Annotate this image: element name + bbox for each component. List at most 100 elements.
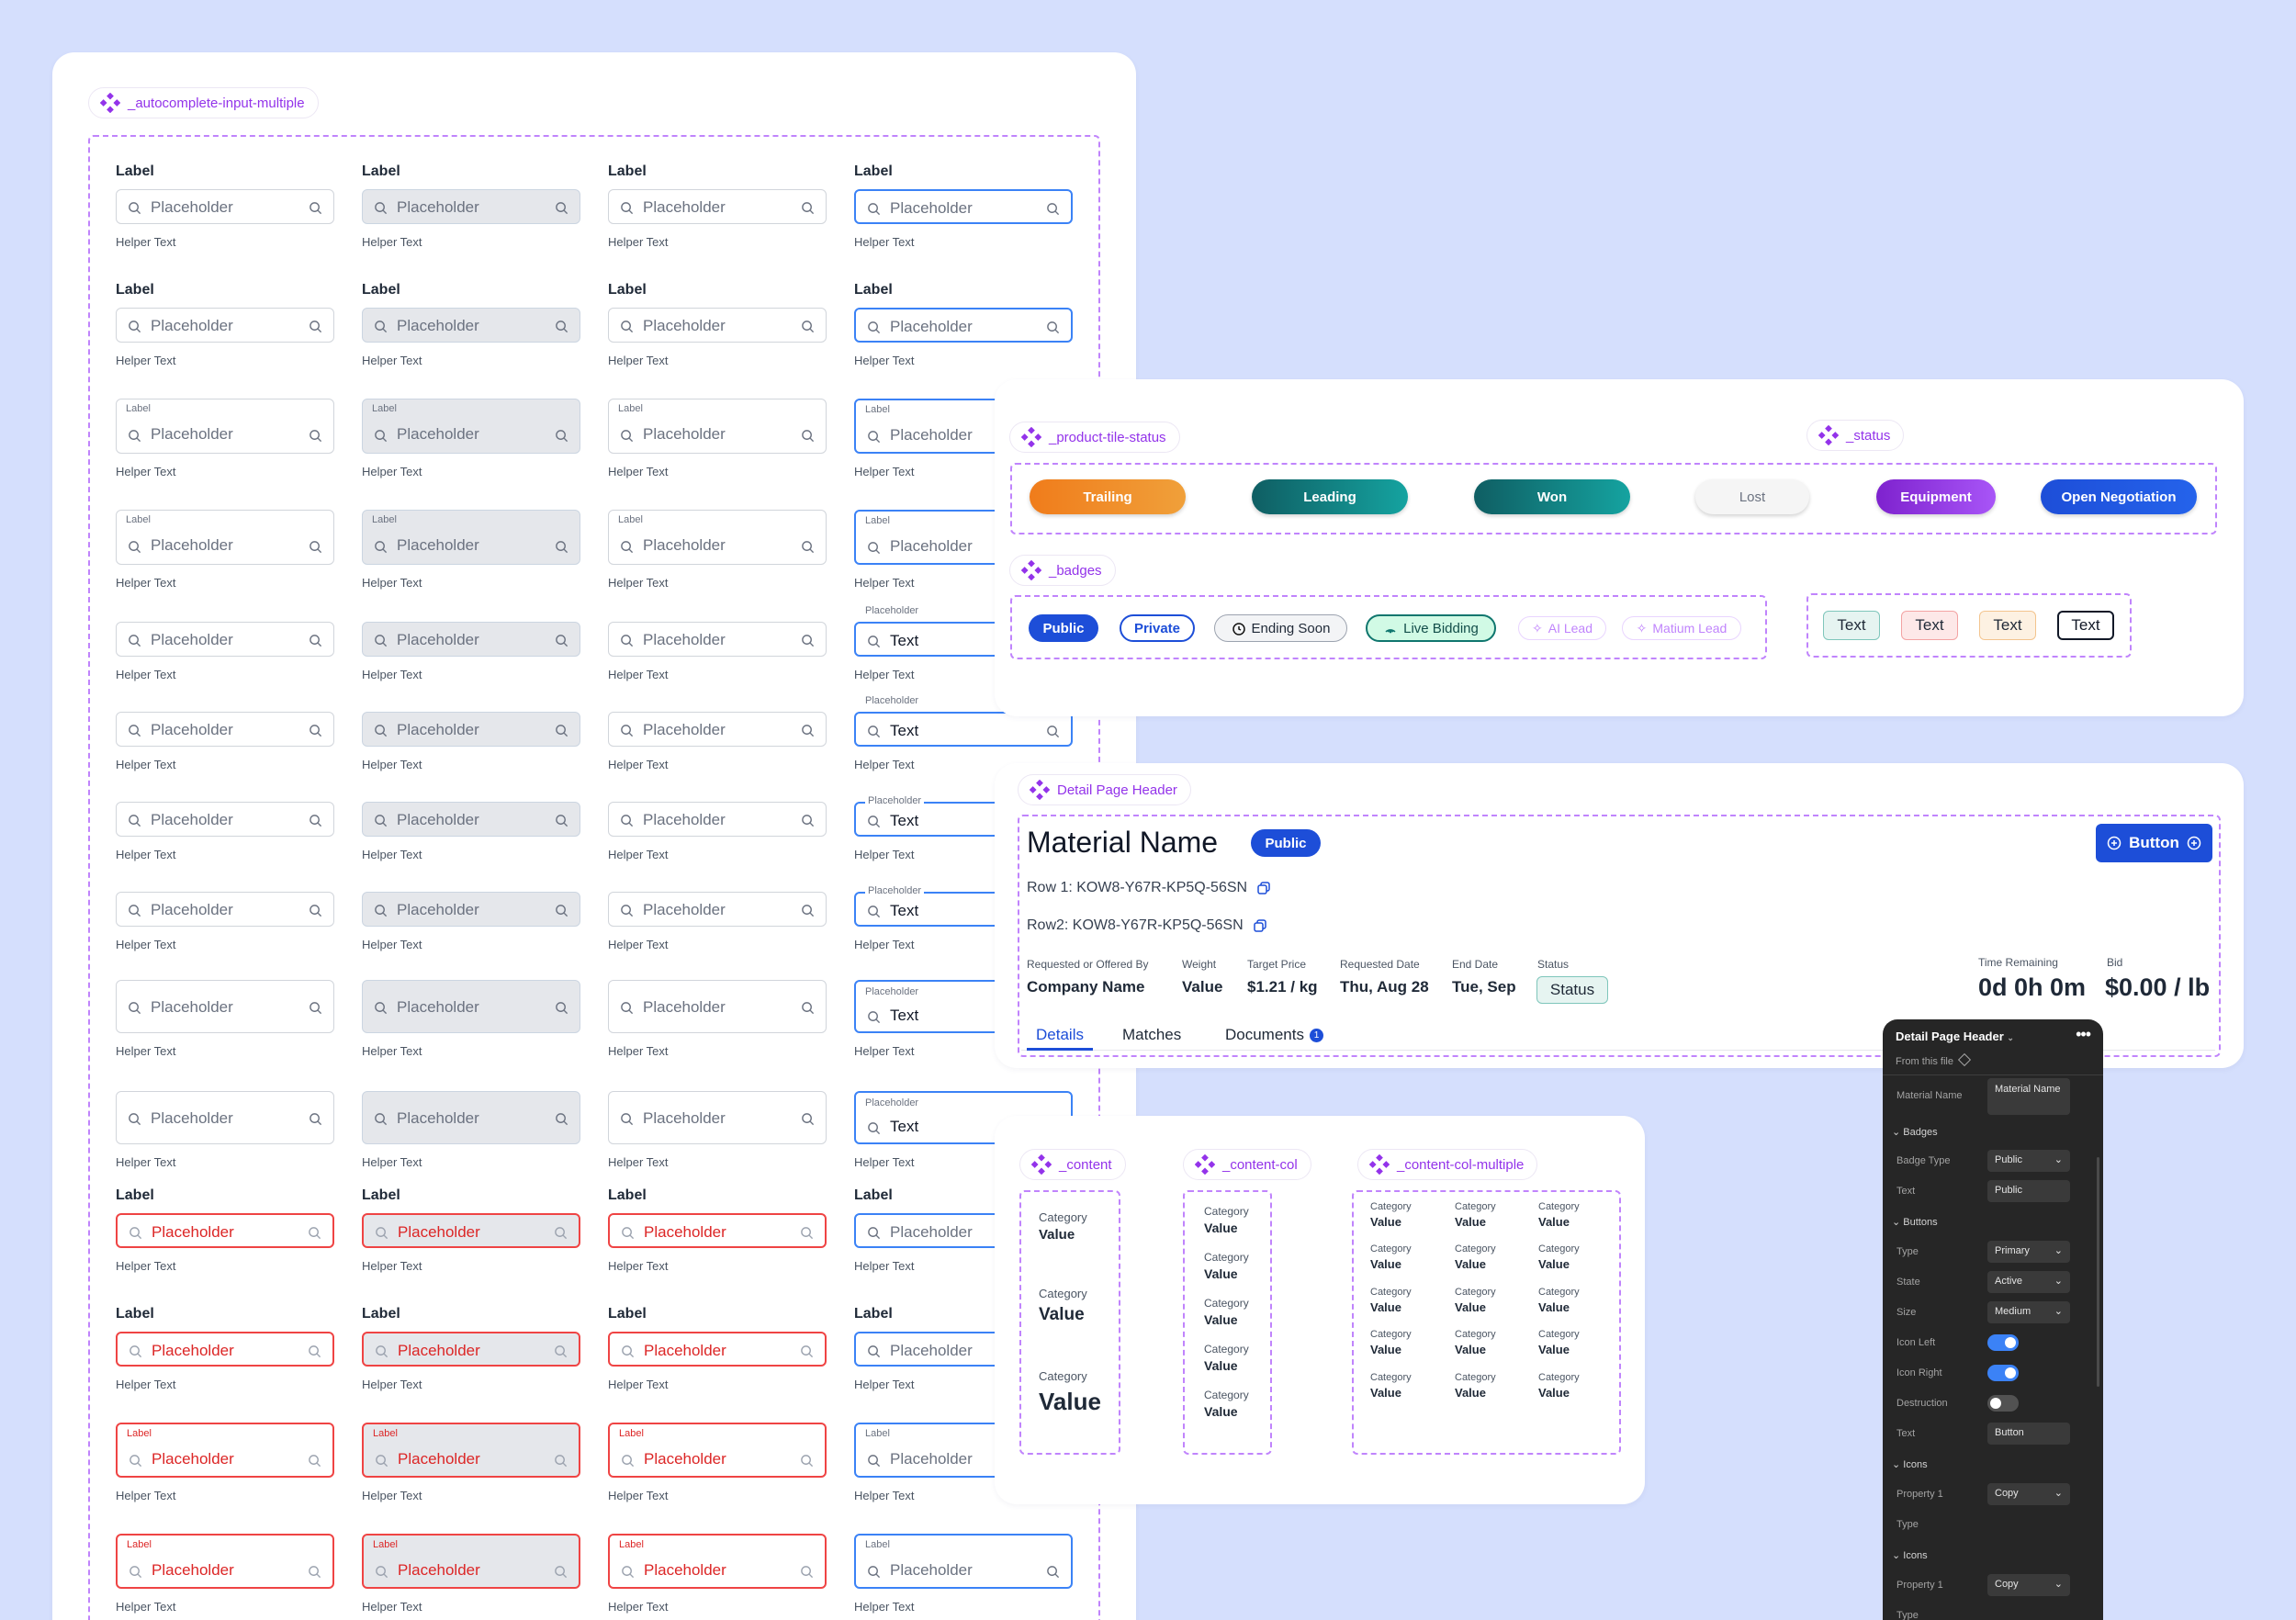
helper-text: Helper Text: [116, 758, 176, 771]
search-icon: [868, 635, 881, 647]
floating-label: Label: [618, 514, 643, 525]
search-input[interactable]: Text: [854, 712, 1073, 747]
toggle-icon-right[interactable]: [1987, 1365, 2019, 1381]
search-input[interactable]: Label Placeholder: [608, 1534, 827, 1589]
prop-select-badge-type[interactable]: Public ⌄: [1987, 1150, 2070, 1172]
search-input[interactable]: Placeholder: [362, 308, 580, 343]
chevron-down-icon: ⌄: [2054, 1154, 2063, 1165]
content-item: Category Value: [1039, 1287, 1087, 1325]
component-tag-product-tile-status[interactable]: _product-tile-status: [1009, 422, 1180, 453]
search-input[interactable]: Placeholder: [608, 892, 827, 927]
copy-icon[interactable]: [1256, 881, 1271, 895]
copy-icon[interactable]: [1253, 918, 1267, 933]
search-icon: [868, 202, 881, 215]
prop-select-property-1[interactable]: Copy ⌄: [1987, 1483, 2070, 1505]
search-input[interactable]: Placeholder: [854, 308, 1073, 343]
search-input[interactable]: Placeholder: [116, 802, 334, 837]
panel-scrollbar[interactable]: [2097, 1157, 2099, 1387]
search-input[interactable]: Label Placeholder: [608, 1423, 827, 1478]
prop-select-type[interactable]: Primary ⌄: [1987, 1241, 2070, 1263]
search-input[interactable]: Placeholder: [116, 980, 334, 1033]
search-input[interactable]: Label Placeholder: [362, 399, 580, 454]
search-icon: [802, 201, 815, 214]
search-input[interactable]: Label Placeholder: [362, 1423, 580, 1478]
search-input[interactable]: Placeholder: [116, 892, 334, 927]
search-input[interactable]: Placeholder: [362, 1213, 580, 1248]
search-input[interactable]: Placeholder: [608, 622, 827, 657]
search-input[interactable]: Placeholder: [608, 1213, 827, 1248]
search-input[interactable]: Label Placeholder: [116, 510, 334, 565]
prop-select-size[interactable]: Medium ⌄: [1987, 1301, 2070, 1323]
helper-text: Helper Text: [362, 1378, 422, 1391]
prop-label-property-1b: Property 1: [1896, 1580, 1943, 1591]
more-icon[interactable]: •••: [2076, 1025, 2091, 1044]
search-input[interactable]: Label Placeholder: [362, 1534, 580, 1589]
search-input[interactable]: Placeholder: [362, 1332, 580, 1367]
tab-documents[interactable]: Documents 1: [1225, 1026, 1323, 1044]
search-input[interactable]: Placeholder: [362, 189, 580, 224]
search-input[interactable]: Label Placeholder: [116, 1423, 334, 1478]
content-category: Category: [1538, 1372, 1580, 1383]
component-tag-detail-page-header[interactable]: Detail Page Header: [1018, 774, 1191, 805]
search-input[interactable]: Placeholder: [608, 712, 827, 747]
search-input[interactable]: Placeholder: [116, 1091, 334, 1144]
search-input[interactable]: Placeholder: [608, 1091, 827, 1144]
text-badge-teal: Text: [1823, 611, 1880, 640]
search-input[interactable]: Label Placeholder: [608, 399, 827, 454]
search-icon: [621, 634, 634, 647]
section-icons-2[interactable]: ⌄ Icons: [1892, 1549, 1928, 1561]
search-input[interactable]: Placeholder: [362, 1091, 580, 1144]
search-input[interactable]: Placeholder: [608, 980, 827, 1033]
search-input[interactable]: Placeholder: [116, 1332, 334, 1367]
search-input[interactable]: Label Placeholder: [854, 1534, 1073, 1589]
helper-text: Helper Text: [608, 938, 669, 951]
search-input[interactable]: Placeholder: [362, 980, 580, 1033]
search-icon: [556, 430, 568, 443]
component-tag-status[interactable]: _status: [1806, 420, 1905, 451]
search-input[interactable]: Placeholder: [116, 622, 334, 657]
status-card: [995, 379, 2244, 716]
search-input[interactable]: Label Placeholder: [116, 399, 334, 454]
search-input[interactable]: Placeholder: [362, 802, 580, 837]
prop-input-text[interactable]: Public: [1987, 1180, 2070, 1202]
prop-select-property-1b[interactable]: Copy ⌄: [1987, 1574, 2070, 1596]
component-tag-content[interactable]: _content: [1019, 1149, 1126, 1180]
toggle-icon-left[interactable]: [1987, 1334, 2019, 1351]
tab-details[interactable]: Details: [1027, 1026, 1093, 1051]
component-tag-autocomplete[interactable]: _autocomplete-input-multiple: [88, 87, 319, 118]
component-tag-content-col-multiple[interactable]: _content-col-multiple: [1357, 1149, 1538, 1180]
input-placeholder: Placeholder: [643, 425, 726, 443]
tab-matches[interactable]: Matches: [1122, 1026, 1181, 1044]
prop-input-material-name[interactable]: Material Name: [1987, 1078, 2070, 1115]
search-input[interactable]: Label Placeholder: [362, 510, 580, 565]
search-input[interactable]: Placeholder: [362, 892, 580, 927]
field-value-requested-date: Thu, Aug 28: [1340, 978, 1429, 996]
header-button[interactable]: Button: [2096, 824, 2212, 862]
search-input[interactable]: Placeholder: [608, 802, 827, 837]
search-input[interactable]: Placeholder: [362, 712, 580, 747]
search-input[interactable]: Placeholder: [116, 712, 334, 747]
text-badge-dark: Text: [2057, 611, 2114, 640]
component-tag-badges[interactable]: _badges: [1009, 555, 1116, 586]
search-input[interactable]: Label Placeholder: [608, 510, 827, 565]
search-input[interactable]: Placeholder: [362, 622, 580, 657]
search-input[interactable]: Placeholder: [608, 189, 827, 224]
helper-text: Helper Text: [854, 1259, 915, 1273]
search-icon: [556, 320, 568, 332]
prop-input-button-text[interactable]: Button: [1987, 1423, 2070, 1445]
search-input[interactable]: Placeholder: [116, 308, 334, 343]
search-input[interactable]: Placeholder: [854, 189, 1073, 224]
section-icons[interactable]: ⌄ Icons: [1892, 1458, 1928, 1470]
search-input[interactable]: Placeholder: [116, 1213, 334, 1248]
search-input[interactable]: Placeholder: [116, 189, 334, 224]
search-input[interactable]: Placeholder: [608, 308, 827, 343]
panel-title[interactable]: Detail Page Header ⌄: [1896, 1029, 2014, 1043]
search-input[interactable]: Placeholder: [608, 1332, 827, 1367]
component-tag-content-col[interactable]: _content-col: [1183, 1149, 1311, 1180]
toggle-destruction[interactable]: [1987, 1395, 2019, 1412]
section-buttons[interactable]: ⌄ Buttons: [1892, 1216, 1938, 1228]
search-input[interactable]: Label Placeholder: [116, 1534, 334, 1589]
search-icon: [310, 724, 322, 737]
section-badges[interactable]: ⌄ Badges: [1892, 1126, 1938, 1138]
prop-select-state[interactable]: Active ⌄: [1987, 1271, 2070, 1293]
